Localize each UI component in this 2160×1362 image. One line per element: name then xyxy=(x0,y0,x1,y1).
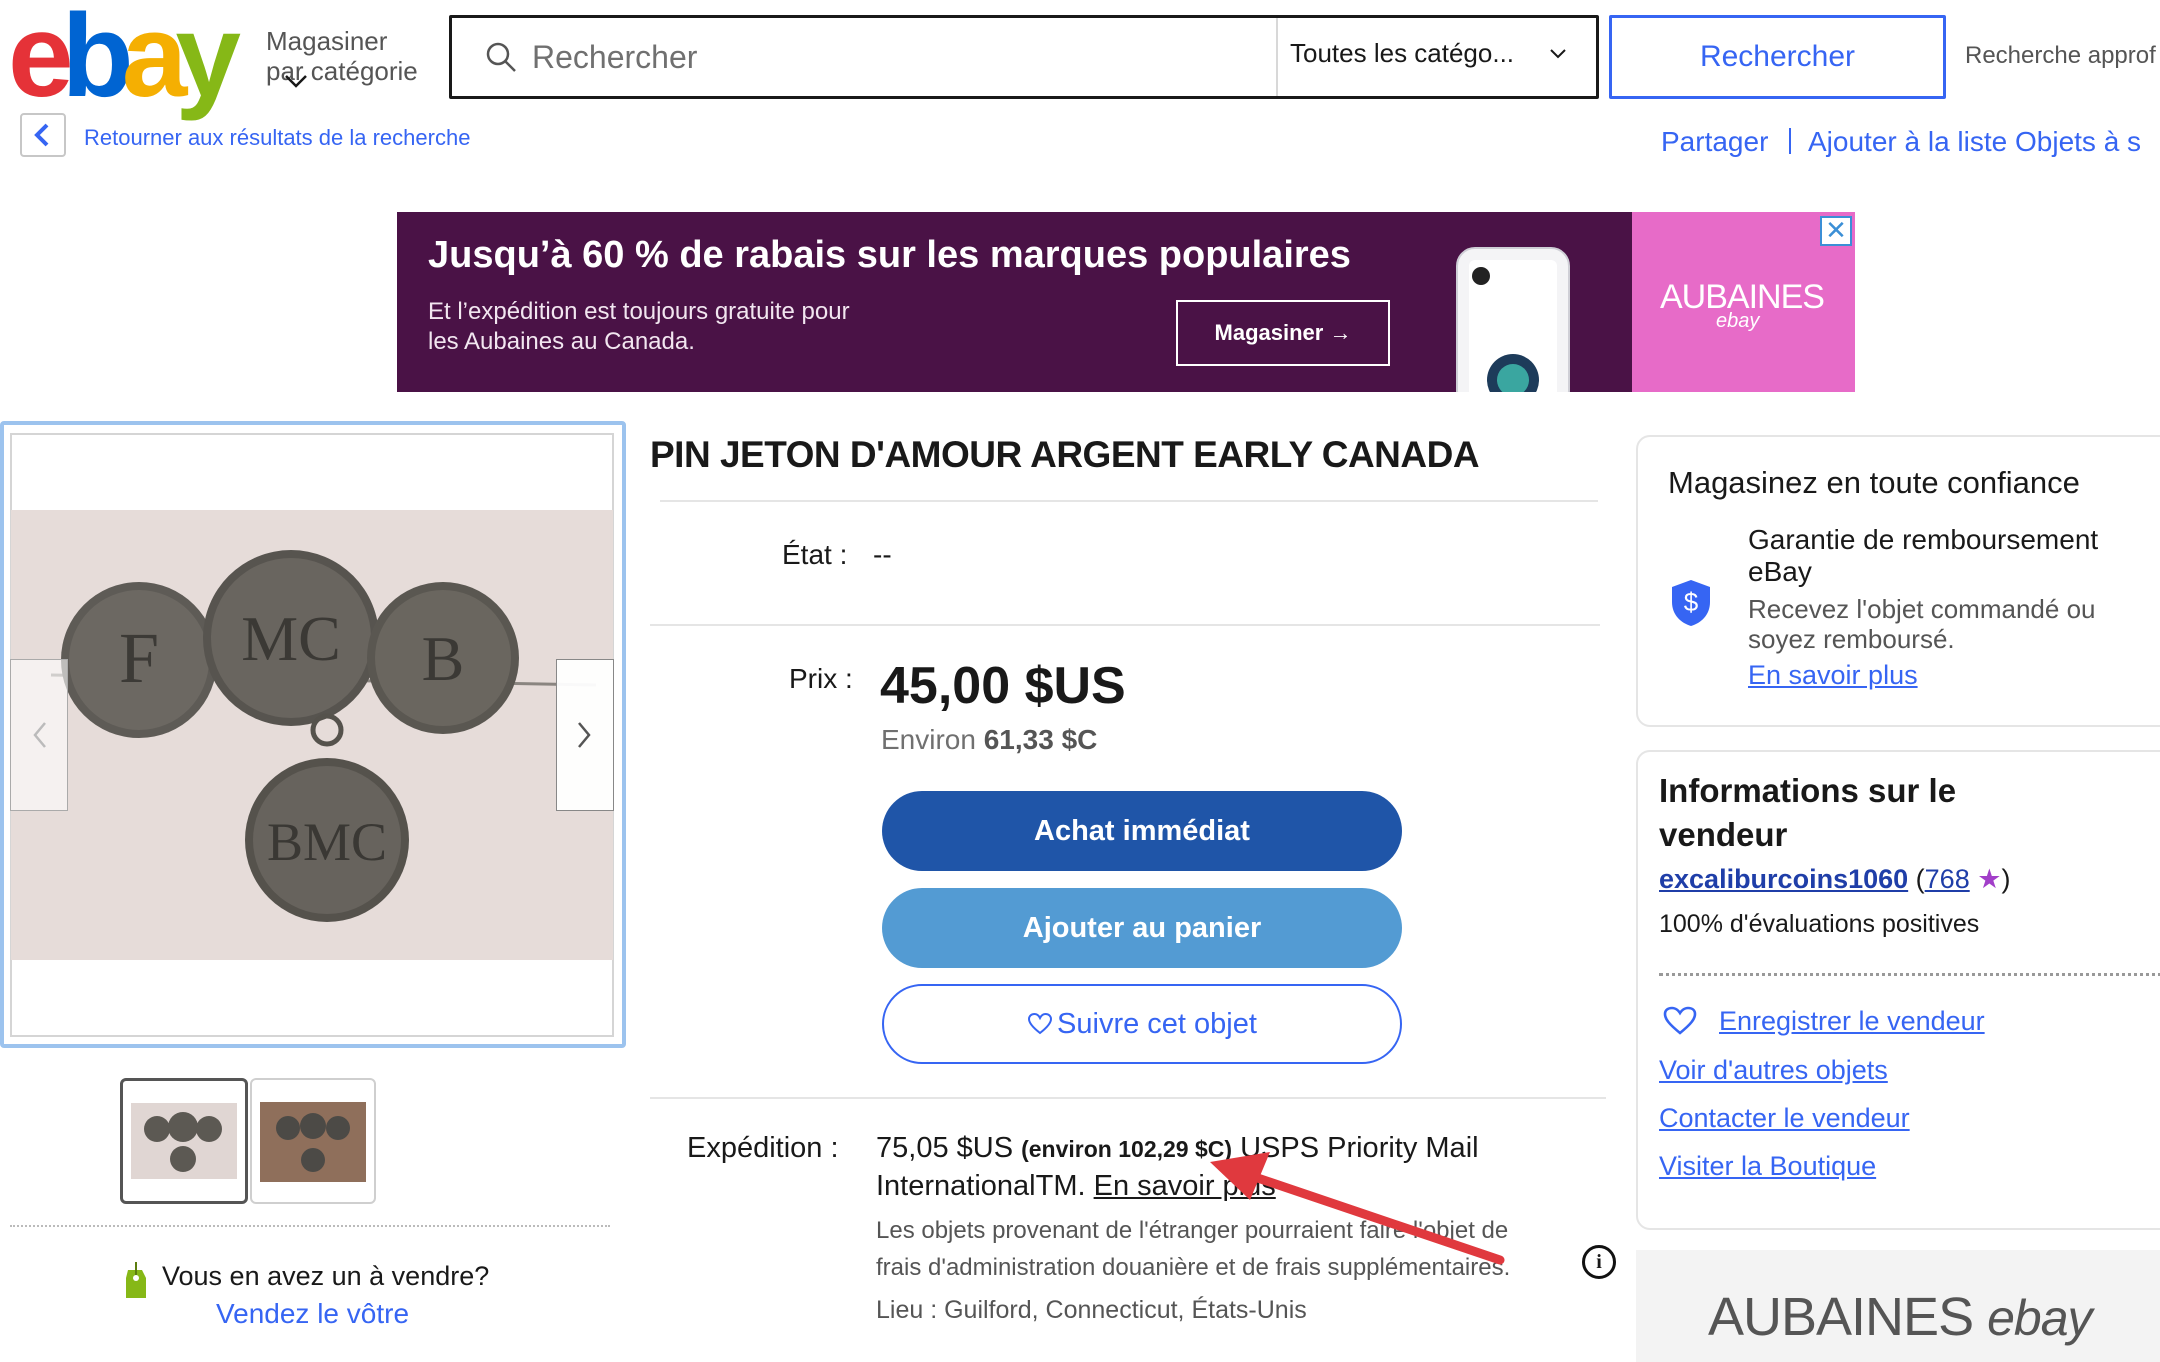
thumbnail-1[interactable] xyxy=(120,1078,248,1204)
guarantee-desc-2: soyez remboursé. xyxy=(1748,624,1955,654)
condition-label: État : xyxy=(782,539,848,570)
bottom-ad-ebay: ebay xyxy=(1987,1290,2092,1346)
divider xyxy=(1659,973,2160,976)
add-to-watchlist-link[interactable]: Ajouter à la liste Objets à s xyxy=(1808,126,2141,158)
search-input[interactable] xyxy=(532,34,1252,80)
divider xyxy=(650,1097,1606,1099)
back-button[interactable] xyxy=(20,113,66,157)
visit-store-link[interactable]: Visiter la Boutique xyxy=(1659,1151,1876,1182)
guarantee-title-2: eBay xyxy=(1748,556,1812,587)
chevron-left-icon xyxy=(34,123,49,147)
paren-open: ( xyxy=(1908,864,1925,894)
watch-item-button[interactable]: Suivre cet objet xyxy=(882,984,1402,1064)
svg-text:BMC: BMC xyxy=(267,812,387,872)
svg-text:$: $ xyxy=(1684,587,1699,617)
chevron-left-icon xyxy=(33,722,46,748)
thumbnail-image xyxy=(131,1103,237,1179)
contact-seller-link[interactable]: Contacter le vendeur xyxy=(1659,1103,1910,1134)
converted-price-value: 61,33 $C xyxy=(983,724,1098,755)
watch-item-label: Suivre cet objet xyxy=(1057,1007,1257,1040)
guarantee-learn-more-link[interactable]: En savoir plus xyxy=(1748,660,1918,691)
thumbnail-image xyxy=(260,1102,366,1182)
back-to-results-link[interactable]: Retourner aux résultats de la recherche xyxy=(84,125,470,151)
red-arrow-annotation xyxy=(1210,1152,1505,1265)
guarantee-desc-1: Recevez l'objet commandé ou xyxy=(1748,594,2096,624)
converted-price: Environ 61,33 $C xyxy=(881,724,1097,756)
star-icon: ★ xyxy=(1977,864,2002,894)
price-tag-icon xyxy=(126,1262,146,1298)
see-other-items-link[interactable]: Voir d'autres objets xyxy=(1659,1055,1888,1086)
svg-text:B: B xyxy=(422,623,465,694)
logo-letter-e: e xyxy=(8,0,74,122)
guarantee-title-1: Garantie de remboursement xyxy=(1748,524,2099,555)
svg-text:F: F xyxy=(119,618,159,698)
chevron-down-icon xyxy=(1550,49,1566,59)
seller-identity: excaliburcoins1060 (768 ★) xyxy=(1659,864,2010,895)
category-select[interactable]: Toutes les catégo... xyxy=(1290,38,1514,69)
sell-question: Vous en avez un à vendre? xyxy=(162,1261,490,1291)
logo-letter-y: y xyxy=(175,0,241,122)
chevron-down-icon xyxy=(285,75,307,88)
seller-name-link[interactable]: excaliburcoins1060 xyxy=(1659,864,1908,894)
buy-now-button[interactable]: Achat immédiat xyxy=(882,791,1402,871)
thumbnail-2[interactable] xyxy=(250,1078,376,1204)
positive-feedback: 100% d'évaluations positives xyxy=(1659,910,1980,938)
add-to-cart-button[interactable]: Ajouter au panier xyxy=(882,888,1402,968)
heart-icon[interactable] xyxy=(1663,1006,1697,1036)
info-icon[interactable]: i xyxy=(1582,1245,1616,1279)
price-label: Prix : xyxy=(789,663,853,694)
sell-yours-link[interactable]: Vendez le vôtre xyxy=(216,1298,409,1330)
banner-brand-ebay: ebay xyxy=(1716,310,1760,332)
next-image-button[interactable] xyxy=(556,659,614,811)
item-location: Lieu : Guilford, Connecticut, États-Unis xyxy=(876,1296,1307,1324)
seller-title-1: Informations sur le xyxy=(1659,772,1957,809)
banner-subtext-2: les Aubaines au Canada. xyxy=(428,328,695,355)
svg-text:MC: MC xyxy=(241,603,341,674)
bottom-ad-text: AUBAINES ebay xyxy=(1708,1286,2093,1348)
banner-shop-button[interactable]: Magasiner → xyxy=(1176,300,1390,366)
shop-by-category-line-1: Magasiner xyxy=(266,26,388,56)
item-title: PIN JETON D'AMOUR ARGENT EARLY CANADA xyxy=(650,434,1480,475)
search-button[interactable]: Rechercher xyxy=(1609,15,1946,99)
divider xyxy=(660,500,1598,502)
logo-letter-b: b xyxy=(61,0,134,122)
condition-value: -- xyxy=(873,539,892,570)
previous-image-button[interactable] xyxy=(10,659,68,811)
chevron-right-icon xyxy=(578,722,591,748)
feedback-count-link[interactable]: 768 xyxy=(1925,864,1970,894)
divider xyxy=(10,1225,610,1227)
divider xyxy=(1789,128,1791,154)
divider xyxy=(650,624,1600,626)
phone-image xyxy=(1456,247,1570,392)
banner-subtext-1: Et l’expédition est toujours gratuite po… xyxy=(428,298,850,325)
item-price: 45,00 $US xyxy=(880,657,1126,715)
share-link[interactable]: Partager xyxy=(1661,126,1768,158)
trust-title: Magasinez en toute confiance xyxy=(1668,465,2080,500)
search-icon xyxy=(486,42,516,72)
bottom-ad-brand: AUBAINES xyxy=(1708,1287,1974,1347)
heart-icon xyxy=(1028,1012,1053,1035)
shipping-price: 75,05 $US xyxy=(876,1132,1014,1164)
logo-letter-a: a xyxy=(121,0,188,122)
main-product-image[interactable]: F MC B BMC xyxy=(11,510,613,960)
ebay-logo[interactable]: ebay xyxy=(8,0,248,122)
save-seller-link[interactable]: Enregistrer le vendeur xyxy=(1719,1006,1985,1037)
close-icon[interactable]: ✕ xyxy=(1820,216,1852,246)
banner-headline: Jusqu’à 60 % de rabais sur les marques p… xyxy=(428,234,1351,276)
search-divider xyxy=(1276,18,1278,96)
shield-dollar-icon: $ xyxy=(1672,580,1710,626)
shipping-service-2: InternationalTM. xyxy=(876,1170,1094,1202)
paren-close: ) xyxy=(2001,864,2011,894)
shipping-label: Expédition : xyxy=(687,1132,839,1164)
converted-price-prefix: Environ xyxy=(881,724,984,755)
seller-title-2: vendeur xyxy=(1659,816,1788,853)
advanced-search-link[interactable]: Recherche approf xyxy=(1965,42,2156,70)
